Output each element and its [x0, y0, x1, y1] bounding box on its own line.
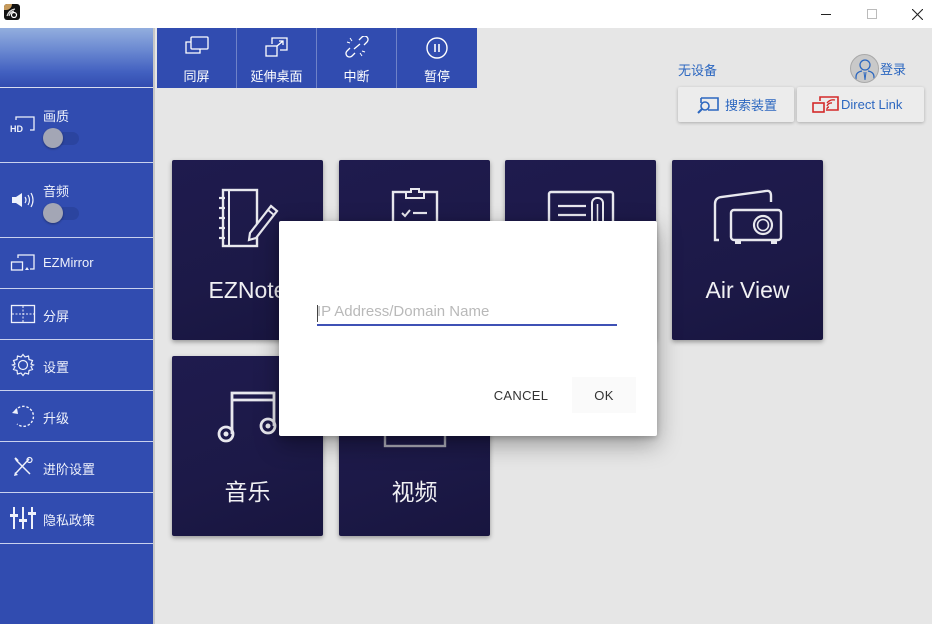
- sidebar-item-quality: HD 画质: [0, 88, 155, 163]
- direct-link-button[interactable]: Direct Link: [797, 87, 924, 122]
- maximize-icon: [867, 9, 877, 19]
- tool-label: 暂停: [423, 69, 450, 84]
- search-devices-label: 搜索装置: [725, 98, 778, 113]
- sidebar-label: 画质: [43, 109, 70, 124]
- tile-label: Air View: [705, 277, 790, 303]
- svg-text:HD: HD: [10, 124, 23, 134]
- sidebar-item-ezmirror[interactable]: EZMirror: [0, 238, 155, 289]
- extend-desktop-button[interactable]: 延伸桌面: [237, 28, 317, 88]
- close-button[interactable]: [894, 0, 932, 28]
- sidebar-label: EZMirror: [43, 255, 94, 270]
- maximize-button[interactable]: [849, 0, 895, 28]
- sidebar-header: [0, 28, 155, 88]
- tool-label: 中断: [343, 69, 370, 84]
- sidebar-item-settings[interactable]: 设置: [0, 340, 155, 391]
- mirror-screen-icon: [157, 36, 236, 58]
- ip-address-dialog: CANCEL OK: [279, 221, 657, 436]
- tool-label: 延伸桌面: [250, 69, 303, 84]
- ip-address-input[interactable]: [317, 301, 617, 326]
- tile-label: 视频: [391, 479, 438, 505]
- hd-icon: HD: [10, 112, 36, 138]
- upgrade-icon: [10, 403, 36, 429]
- avatar: [850, 54, 879, 83]
- pause-button[interactable]: 暂停: [397, 28, 477, 88]
- user-icon: [854, 59, 875, 82]
- disconnect-icon: [317, 36, 396, 58]
- sidebar: HD 画质 音频 EZMirror 分屏 设置 升级 进阶设置 隐私政策: [0, 28, 155, 624]
- sidebar-label: 升级: [43, 411, 70, 426]
- sidebar-item-advanced-settings[interactable]: 进阶设置: [0, 442, 155, 493]
- login-label: 登录: [880, 62, 907, 77]
- text-caret: [317, 305, 318, 322]
- search-devices-button[interactable]: 搜索装置: [678, 87, 794, 122]
- login-button[interactable]: 登录: [850, 54, 906, 83]
- search-screen-icon: [696, 96, 720, 114]
- gear-icon: [10, 352, 36, 378]
- sidebar-item-split-screen[interactable]: 分屏: [0, 289, 155, 340]
- title-bar: [0, 0, 932, 28]
- tile-air-view[interactable]: Air View: [672, 160, 823, 340]
- sidebar-label: 设置: [43, 360, 70, 375]
- minimize-button[interactable]: [803, 0, 849, 28]
- sliders-icon: [10, 505, 36, 531]
- split-screen-icon: [10, 301, 36, 327]
- direct-link-label: Direct Link: [841, 97, 903, 112]
- speaker-icon: [10, 187, 36, 213]
- audio-toggle[interactable]: [43, 203, 79, 223]
- sidebar-divider: [153, 28, 155, 624]
- minimize-icon: [821, 14, 831, 15]
- cancel-button[interactable]: CANCEL: [484, 377, 558, 413]
- ezmirror-icon: [10, 250, 36, 276]
- tools-icon: [10, 454, 36, 480]
- direct-link-icon: [812, 95, 840, 114]
- top-toolbar: 同屏 延伸桌面 中断 暂停: [157, 28, 477, 88]
- sidebar-label: 音频: [43, 184, 70, 199]
- projector-icon: [672, 188, 823, 252]
- sidebar-label: 分屏: [43, 309, 70, 324]
- extend-desktop-icon: [237, 36, 316, 58]
- sidebar-item-audio: 音频: [0, 163, 155, 238]
- device-status: 无设备: [678, 63, 718, 78]
- sidebar-label: 进阶设置: [43, 462, 96, 477]
- disconnect-button[interactable]: 中断: [317, 28, 397, 88]
- sidebar-label: 隐私政策: [43, 513, 96, 528]
- quality-toggle[interactable]: [43, 128, 79, 148]
- app-logo-icon: [4, 4, 20, 20]
- close-icon: [911, 8, 923, 20]
- tool-label: 同屏: [183, 69, 210, 84]
- sidebar-item-upgrade[interactable]: 升级: [0, 391, 155, 442]
- pause-icon: [397, 36, 477, 59]
- sidebar-item-privacy-policy[interactable]: 隐私政策: [0, 493, 155, 544]
- mirror-screen-button[interactable]: 同屏: [157, 28, 237, 88]
- ok-button[interactable]: OK: [572, 377, 636, 413]
- tile-label: 音乐: [224, 479, 271, 505]
